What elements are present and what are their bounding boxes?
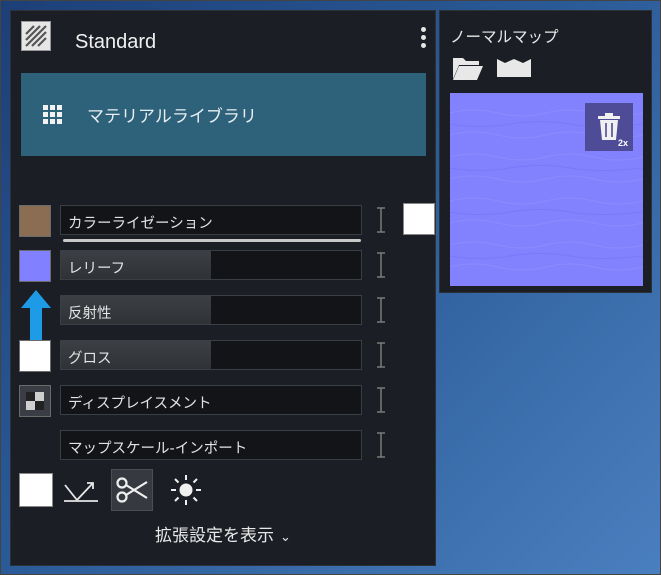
normal-map-preview[interactable]: 2x xyxy=(450,93,643,286)
material-name: Standard xyxy=(75,31,157,53)
advanced-label: 拡張設定を表示 xyxy=(155,526,275,546)
trash-badge: 2x xyxy=(617,138,628,148)
material-thumbnail[interactable] xyxy=(21,21,51,51)
relief-swatch[interactable] xyxy=(19,250,51,282)
channel-row-displacement: ディスプレイスメント xyxy=(19,383,429,417)
channel-row-map-scale: マップスケール-インポート xyxy=(19,428,429,462)
relief-label: レリーフ xyxy=(68,261,126,277)
material-library-label: マテリアルライブラリ xyxy=(87,107,257,127)
ibeam-icon[interactable] xyxy=(375,387,387,413)
reflectivity-label: 反射性 xyxy=(68,306,112,322)
light-color-swatch[interactable] xyxy=(19,473,53,507)
map-scale-label: マップスケール-インポート xyxy=(68,441,248,457)
reflectivity-slider[interactable]: 反射性 xyxy=(60,295,362,325)
material-header: Standard xyxy=(11,11,435,67)
ibeam-icon[interactable] xyxy=(375,432,387,458)
chevron-down-icon: ⌄ xyxy=(280,530,291,545)
gloss-label: グロス xyxy=(68,351,112,367)
ibeam-icon[interactable] xyxy=(375,297,387,323)
gloss-swatch[interactable] xyxy=(19,340,51,372)
grid-icon xyxy=(43,104,63,125)
channel-row-gloss: グロス xyxy=(19,338,429,372)
colorization-label: カラーライゼーション xyxy=(68,216,213,232)
reflection-ray-icon[interactable] xyxy=(63,477,99,505)
channel-row-reflectivity: 反射性 xyxy=(19,293,429,327)
ibeam-icon[interactable] xyxy=(375,207,387,233)
arrow-up-icon xyxy=(19,288,53,344)
tool-row xyxy=(19,469,319,513)
relief-slider[interactable]: レリーフ xyxy=(60,250,362,280)
channel-row-colorization: カラーライゼーション xyxy=(19,203,435,242)
hatch-icon xyxy=(22,22,50,50)
folder-open-icon[interactable] xyxy=(452,55,484,81)
colorization-swatch[interactable] xyxy=(19,205,51,237)
normal-map-panel: ノーマルマップ 2x xyxy=(439,10,652,293)
normal-map-title: ノーマルマップ xyxy=(450,28,559,46)
channel-row-relief: レリーフ xyxy=(19,248,429,282)
displacement-slider[interactable]: ディスプレイスメント xyxy=(60,385,362,415)
colorization-color-box[interactable] xyxy=(403,203,435,235)
map-texture-icon[interactable] xyxy=(496,57,532,79)
more-options-icon[interactable] xyxy=(419,27,427,53)
map-scale-slider[interactable]: マップスケール-インポート xyxy=(60,430,362,460)
colorization-slider[interactable]: カラーライゼーション xyxy=(60,205,362,235)
ibeam-icon[interactable] xyxy=(375,252,387,278)
displacement-label: ディスプレイスメント xyxy=(68,396,212,412)
scissors-icon xyxy=(116,477,148,503)
checker-icon xyxy=(26,392,44,410)
show-advanced-settings-link[interactable]: 拡張設定を表示 ⌄ xyxy=(11,521,435,546)
material-editor-panel: Standard マテリアルライブラリ カラーライゼーション レリーフ 反射性 … xyxy=(10,10,436,566)
scissors-button[interactable] xyxy=(111,469,153,511)
delete-map-button[interactable]: 2x xyxy=(585,103,633,151)
material-library-button[interactable]: マテリアルライブラリ xyxy=(21,73,426,156)
trash-icon xyxy=(598,113,620,140)
ibeam-icon[interactable] xyxy=(375,342,387,368)
sun-icon[interactable] xyxy=(169,473,203,507)
gloss-slider[interactable]: グロス xyxy=(60,340,362,370)
colorization-underline xyxy=(63,239,361,242)
displacement-swatch[interactable] xyxy=(19,385,51,417)
